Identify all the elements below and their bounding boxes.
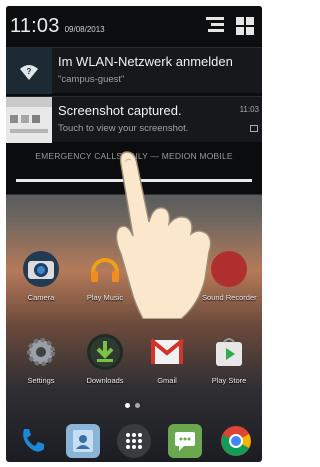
notification-time: 11:03 xyxy=(239,105,259,114)
app-label: Gmail xyxy=(157,376,177,385)
app-label: Play Music xyxy=(86,293,124,302)
app-label: Settings xyxy=(27,376,55,385)
app-label: MEDION xyxy=(152,293,182,302)
notification-screenshot[interactable]: Screenshot captured. Touch to view your … xyxy=(6,96,262,143)
messaging-icon[interactable] xyxy=(168,424,203,458)
clock: 11:03 xyxy=(10,14,60,37)
app-label: Camera xyxy=(27,293,55,302)
screen: Camera Play Music MEDION Sound Recorder … xyxy=(6,6,262,462)
camera-icon xyxy=(23,251,59,287)
gmail-icon xyxy=(149,334,185,370)
shade-header: 11:03 09/08/2013 xyxy=(6,6,262,46)
image-icon xyxy=(250,125,258,132)
chrome-icon[interactable] xyxy=(219,424,253,458)
phone-icon[interactable] xyxy=(15,424,49,458)
headphones-icon xyxy=(87,251,123,287)
app-label: Play Store xyxy=(211,376,247,385)
notification-title: Screenshot captured. xyxy=(58,103,182,118)
notification-wlan[interactable]: ? Im WLAN-Netzwerk anmelden "campus-gues… xyxy=(6,47,262,94)
app-label: Sound Recorder xyxy=(202,293,257,302)
app-label: Downloads xyxy=(86,376,124,385)
notification-subtitle: Touch to view your screenshot. xyxy=(58,123,189,134)
medion-icon xyxy=(149,251,185,287)
carrier-label: EMERGENCY CALLS ONLY — MEDION MOBILE xyxy=(35,151,233,161)
notification-shade: 11:03 09/08/2013 ? Im WLAN-Netzwerk anme… xyxy=(6,6,262,195)
screenshot-thumbnail xyxy=(6,97,52,143)
svg-text:?: ? xyxy=(27,67,32,76)
app-play-music[interactable]: Play Music xyxy=(78,251,132,302)
app-gmail[interactable]: Gmail xyxy=(140,334,194,385)
recorder-icon xyxy=(211,251,247,287)
notification-title: Im WLAN-Netzwerk anmelden xyxy=(58,54,233,69)
notification-subtitle: "campus-guest" xyxy=(58,74,125,85)
app-sound-recorder[interactable]: Sound Recorder xyxy=(202,251,257,302)
phone-frame: Camera Play Music MEDION Sound Recorder … xyxy=(0,0,263,467)
app-downloads[interactable]: Downloads xyxy=(78,334,132,385)
app-drawer-icon[interactable] xyxy=(116,424,151,458)
app-settings[interactable]: Settings xyxy=(14,334,68,385)
shade-drag-handle[interactable] xyxy=(16,179,252,182)
app-medion[interactable]: MEDION xyxy=(140,251,194,302)
wifi-question-icon: ? xyxy=(6,48,52,94)
contacts-icon[interactable] xyxy=(65,424,100,458)
page-indicator xyxy=(125,403,140,408)
clear-all-icon[interactable] xyxy=(206,17,224,35)
quick-settings-icon[interactable] xyxy=(236,17,254,35)
app-camera[interactable]: Camera xyxy=(14,251,68,302)
dock xyxy=(6,420,262,462)
app-play-store[interactable]: Play Store xyxy=(202,334,256,385)
gear-icon xyxy=(23,334,59,370)
download-icon xyxy=(87,334,123,370)
play-store-icon xyxy=(211,334,247,370)
date: 09/08/2013 xyxy=(64,24,105,34)
